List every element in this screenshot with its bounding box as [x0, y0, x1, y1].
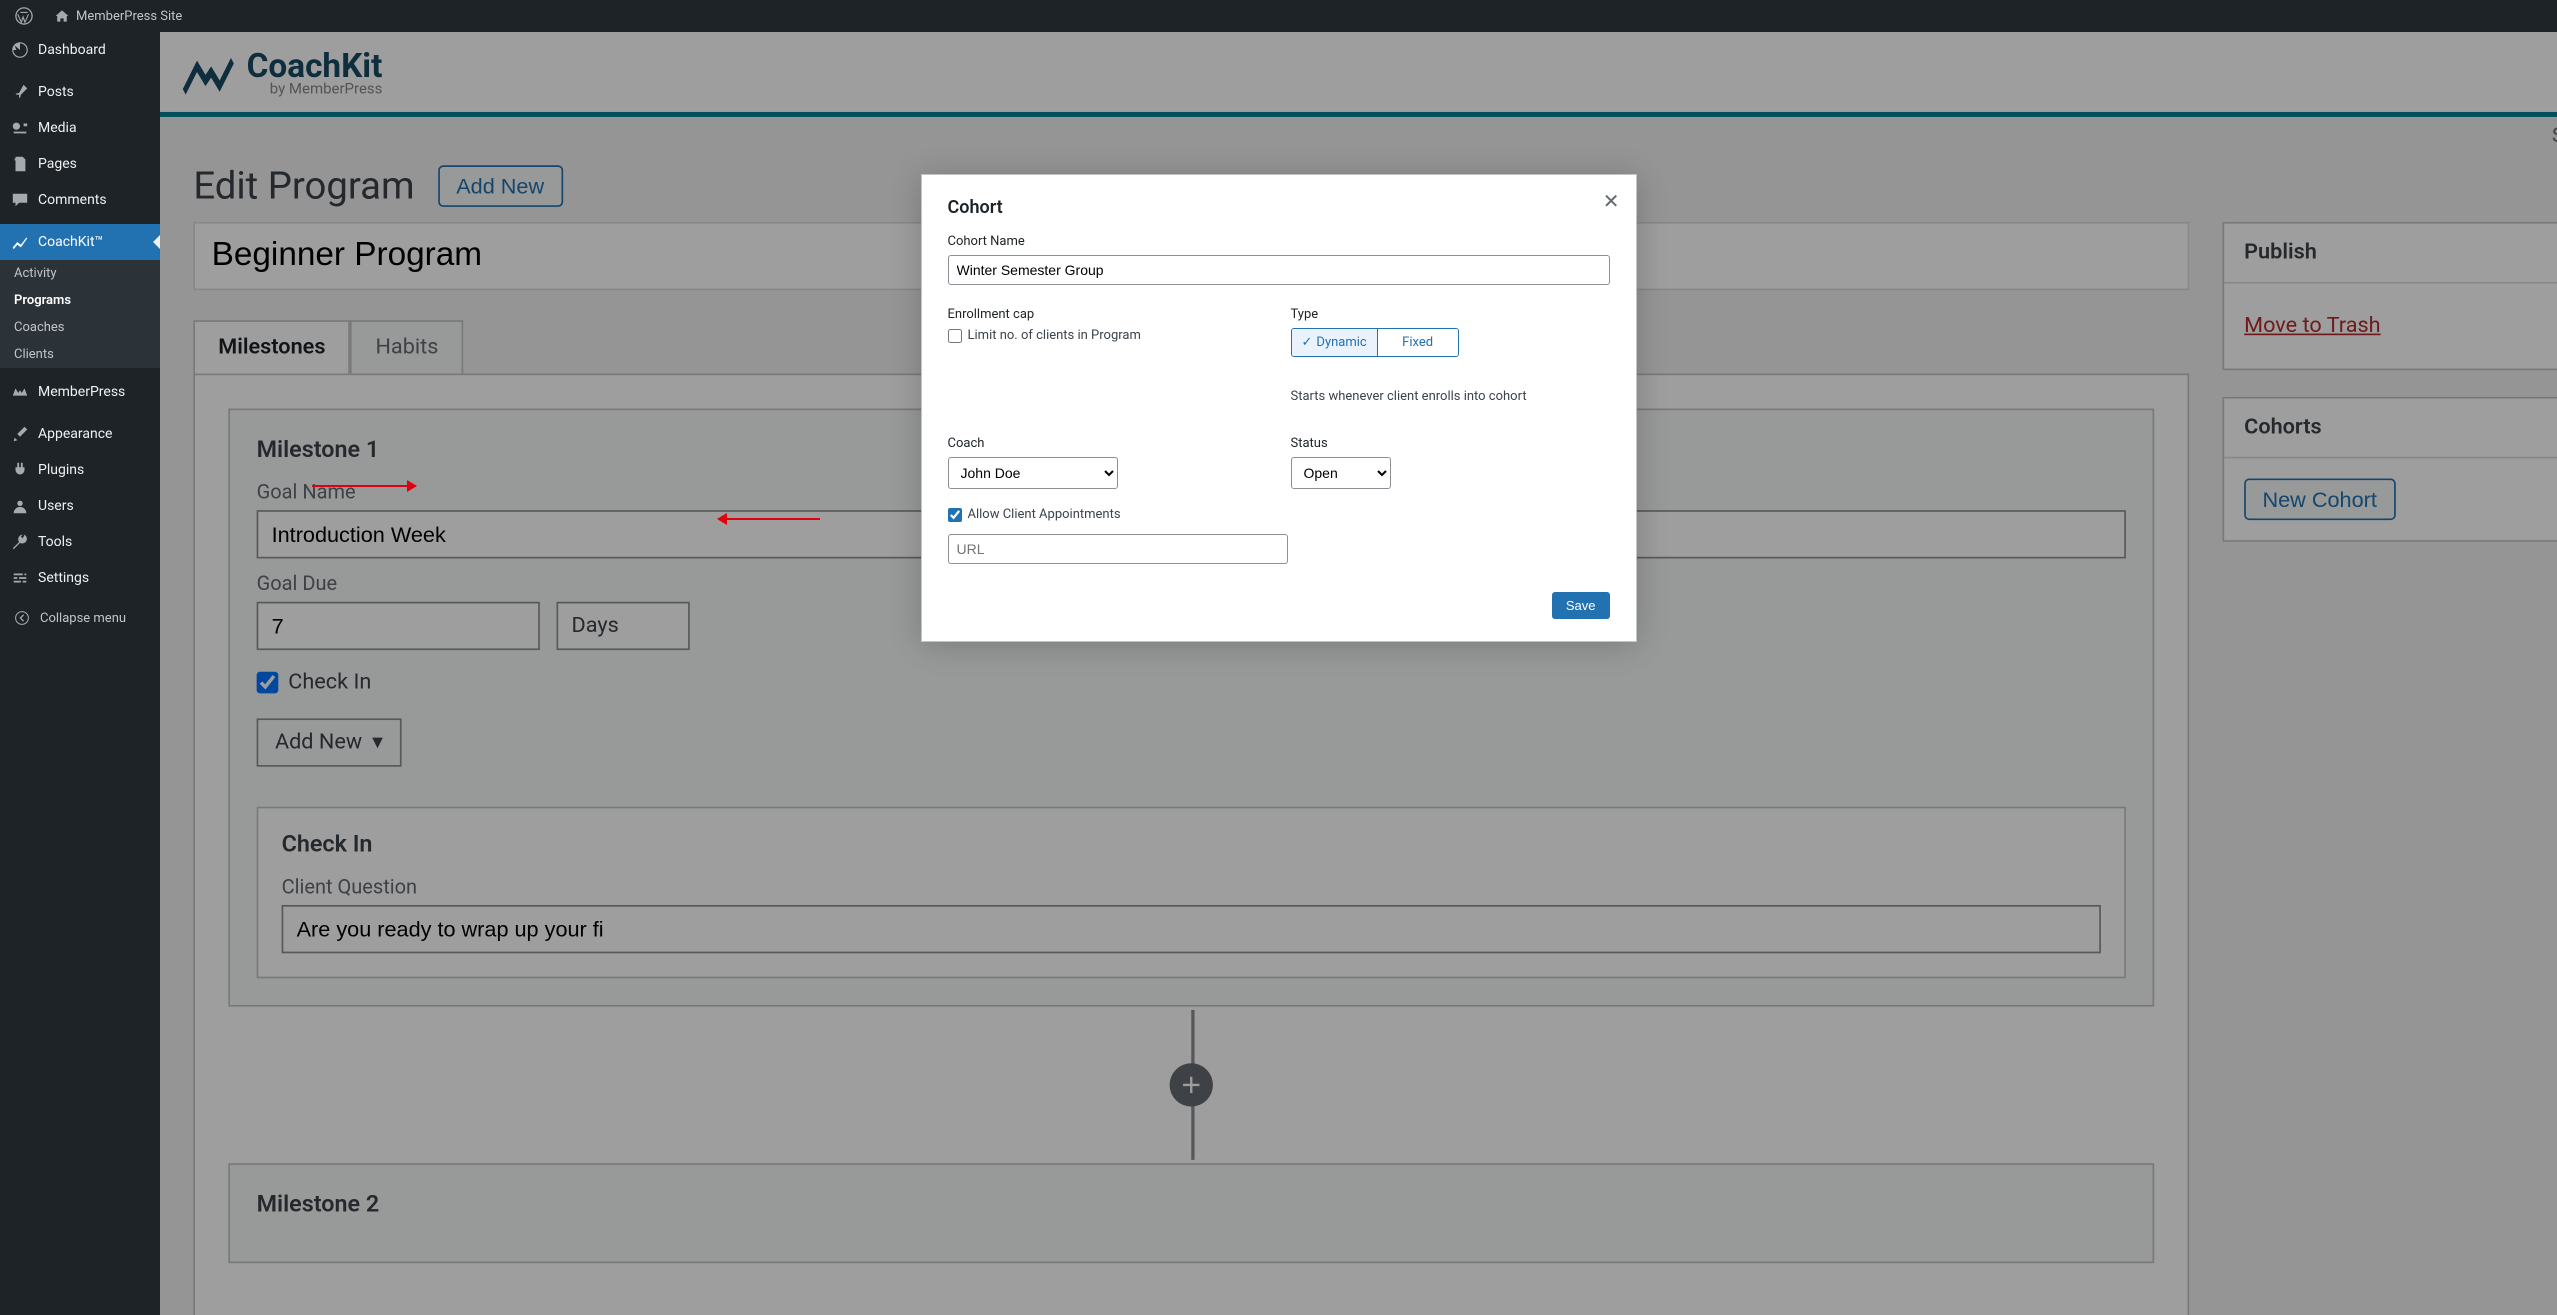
appointment-url-input[interactable] — [948, 534, 1288, 564]
status-select[interactable]: Open — [1291, 457, 1391, 489]
home-icon — [52, 6, 72, 26]
comments-icon — [10, 190, 30, 210]
enrollment-cap-checkbox[interactable] — [948, 329, 962, 343]
annotation-arrow-icon — [718, 518, 820, 520]
collapse-icon — [12, 608, 32, 628]
media-icon — [10, 118, 30, 138]
sidebar-item-pages[interactable]: Pages — [0, 146, 160, 182]
plug-icon — [10, 460, 30, 480]
close-button[interactable]: ✕ — [1603, 189, 1620, 214]
site-link[interactable]: MemberPress Site — [46, 0, 188, 32]
pages-icon — [10, 154, 30, 174]
sidebar-item-media[interactable]: Media — [0, 110, 160, 146]
type-hint-text: Starts whenever client enrolls into coho… — [1291, 389, 1610, 404]
brush-icon — [10, 424, 30, 444]
sidebar-item-tools[interactable]: Tools — [0, 524, 160, 560]
close-icon: ✕ — [1603, 191, 1620, 213]
sidebar-item-programs[interactable]: Programs — [0, 287, 160, 314]
chart-line-icon — [10, 232, 30, 252]
sidebar-item-coachkit[interactable]: CoachKit™ — [0, 224, 160, 260]
sidebar-item-dashboard[interactable]: Dashboard — [0, 32, 160, 68]
annotation-arrow-icon — [312, 485, 416, 487]
cohort-modal: ✕ Cohort Cohort Name Enrollment cap Limi… — [921, 174, 1637, 642]
save-button[interactable]: Save — [1552, 592, 1610, 619]
cohort-name-input[interactable] — [948, 255, 1610, 285]
site-name: MemberPress Site — [76, 9, 182, 24]
admin-sidebar: Dashboard Posts Media Pages Comments Coa… — [0, 32, 160, 1315]
allow-appointments-checkbox[interactable] — [948, 508, 962, 522]
type-segmented-control: ✓ Dynamic Fixed — [1291, 328, 1459, 357]
wrench-icon — [10, 532, 30, 552]
memberpress-icon — [10, 382, 30, 402]
collapse-menu[interactable]: Collapse menu — [0, 602, 160, 634]
sidebar-item-activity[interactable]: Activity — [0, 260, 160, 287]
sidebar-item-plugins[interactable]: Plugins — [0, 452, 160, 488]
user-icon — [10, 496, 30, 516]
sidebar-item-clients[interactable]: Clients — [0, 341, 160, 368]
wordpress-icon — [14, 6, 34, 26]
sidebar-item-comments[interactable]: Comments — [0, 182, 160, 218]
coach-select[interactable]: John Doe — [948, 457, 1118, 489]
type-fixed-button[interactable]: Fixed — [1378, 329, 1458, 356]
sidebar-item-settings[interactable]: Settings — [0, 560, 160, 596]
sidebar-item-coaches[interactable]: Coaches — [0, 314, 160, 341]
modal-title: Cohort — [948, 197, 1610, 218]
sidebar-item-posts[interactable]: Posts — [0, 74, 160, 110]
check-icon: ✓ — [1302, 335, 1313, 350]
sidebar-item-users[interactable]: Users — [0, 488, 160, 524]
type-dynamic-button[interactable]: ✓ Dynamic — [1292, 329, 1377, 356]
sidebar-item-appearance[interactable]: Appearance — [0, 416, 160, 452]
coachkit-submenu: Activity Programs Coaches Clients — [0, 260, 160, 368]
sliders-icon — [10, 568, 30, 588]
pin-icon — [10, 82, 30, 102]
sidebar-item-memberpress[interactable]: MemberPress — [0, 374, 160, 410]
admin-toolbar: MemberPress Site — [0, 0, 2557, 32]
wordpress-menu[interactable] — [8, 0, 40, 32]
dashboard-icon — [10, 40, 30, 60]
